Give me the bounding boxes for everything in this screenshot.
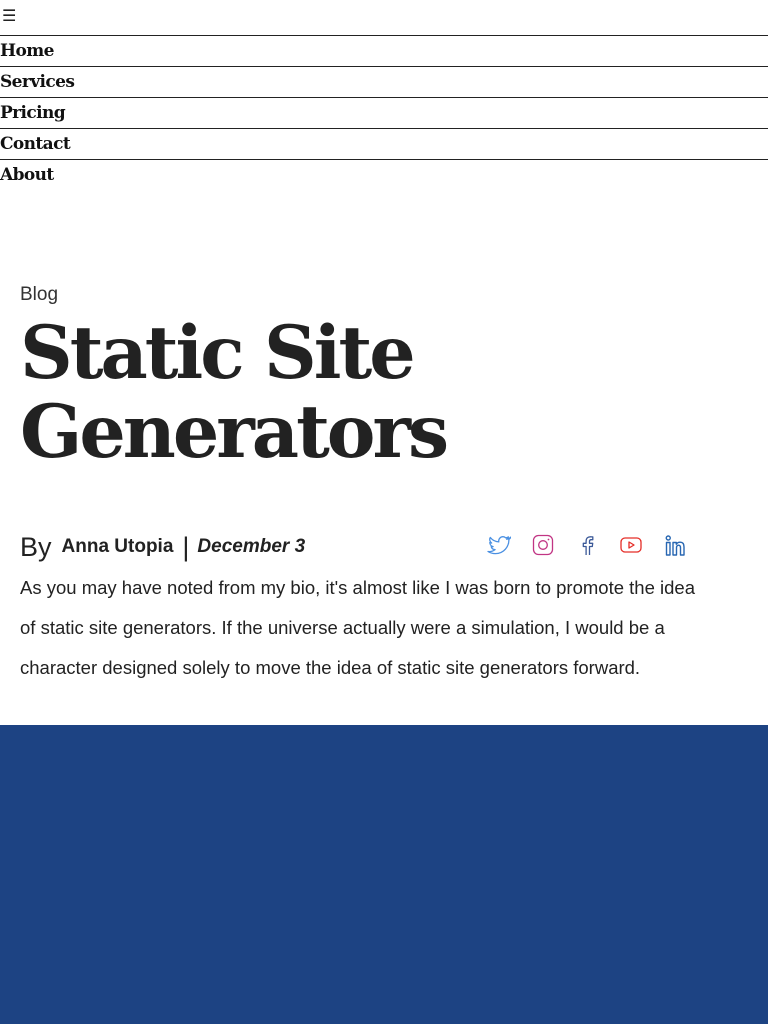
byline: By Anna Utopia | December 3: [20, 530, 305, 564]
twitter-icon[interactable]: [487, 533, 511, 557]
nav-item-services[interactable]: Services: [0, 66, 768, 97]
menu-icon[interactable]: ☰: [2, 6, 16, 26]
byline-prefix: By: [20, 531, 52, 562]
article-body: As you may have noted from my bio, it's …: [20, 577, 695, 678]
nav-item-about[interactable]: About: [0, 159, 768, 190]
nav-item-contact[interactable]: Contact: [0, 128, 768, 159]
facebook-icon[interactable]: [575, 533, 599, 557]
category-label: Blog: [20, 284, 59, 305]
youtube-icon[interactable]: [619, 533, 643, 557]
social-links: [487, 533, 687, 557]
footer-band: [0, 725, 768, 1024]
linkedin-icon[interactable]: [663, 533, 687, 557]
instagram-icon[interactable]: [531, 533, 555, 557]
main-nav: Home Services Pricing Contact About: [0, 35, 768, 190]
author-name: Anna Utopia: [61, 536, 174, 557]
publish-date: December 3: [197, 536, 306, 557]
nav-item-pricing[interactable]: Pricing: [0, 97, 768, 128]
byline-separator: |: [182, 531, 190, 562]
page-title: Static Site Generators: [20, 310, 449, 475]
nav-item-home[interactable]: Home: [0, 35, 768, 66]
